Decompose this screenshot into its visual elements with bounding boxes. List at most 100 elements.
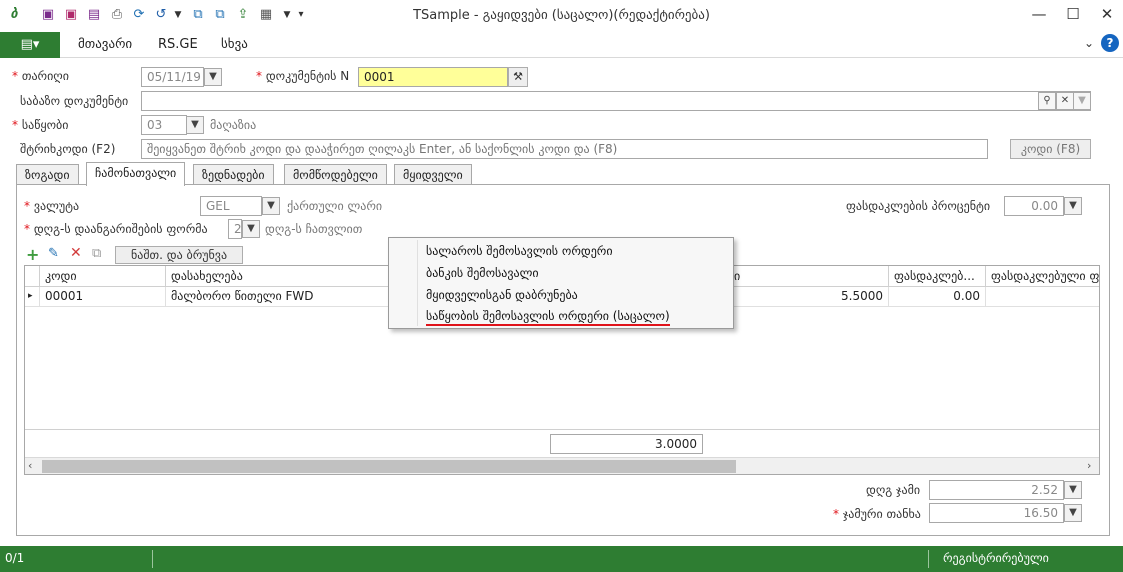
currency-field[interactable]: GEL bbox=[200, 196, 262, 216]
warehouse-name: მაღაზია bbox=[210, 118, 257, 132]
cell-discount[interactable]: 0.00 bbox=[889, 287, 986, 307]
chevron-down-icon[interactable]: ▼ bbox=[1064, 504, 1082, 522]
chevron-down-icon[interactable]: ▼ bbox=[170, 7, 186, 23]
total-quantity-field: 3.0000 bbox=[550, 434, 703, 454]
refresh-icon[interactable]: ⟳ bbox=[131, 7, 147, 23]
row-indicator-icon[interactable]: ▸ bbox=[25, 287, 40, 307]
chevron-down-icon[interactable]: ▼ bbox=[204, 68, 222, 86]
vat-form-label: დღგ-ს დაანგარიშების ფორმა bbox=[33, 222, 208, 236]
total-amount-field: 16.50 bbox=[929, 503, 1064, 523]
warehouse-field[interactable]: 03 bbox=[141, 115, 187, 135]
paste-icon[interactable]: ⧉ bbox=[212, 7, 228, 23]
chevron-down-icon[interactable]: ▼ bbox=[1073, 92, 1091, 110]
menu-item-cash-receipt-order[interactable]: სალაროს შემოსავლის ორდერი bbox=[426, 241, 613, 262]
scroll-left-icon[interactable]: ‹ bbox=[28, 459, 32, 472]
footer-divider bbox=[25, 429, 1099, 430]
required-marker: * bbox=[24, 199, 34, 213]
status-divider bbox=[152, 550, 153, 568]
chevron-down-icon[interactable]: ▼ bbox=[1064, 197, 1082, 215]
discount-pct-label: ფასდაკლების პროცენტი bbox=[846, 199, 991, 213]
chevron-down-icon[interactable]: ▼ bbox=[242, 220, 260, 238]
undo-icon[interactable]: ↺ bbox=[153, 7, 169, 23]
chevron-down-icon[interactable]: ▼ bbox=[1064, 481, 1082, 499]
help-icon[interactable]: ? bbox=[1101, 34, 1119, 52]
ribbon: ▤▾ მთავარი RS.GE სხვა ⌄ ? bbox=[0, 32, 1123, 58]
cell-price[interactable]: 5.5000 bbox=[729, 287, 889, 307]
menu-item-buyer-return[interactable]: მყიდველისგან დაბრუნება bbox=[426, 285, 578, 306]
file-menu-button[interactable]: ▤▾ bbox=[0, 32, 60, 58]
export-icon[interactable]: ⇪ bbox=[235, 7, 251, 23]
horizontal-scrollbar[interactable]: ‹ › bbox=[25, 457, 1099, 474]
menu-item-warehouse-receipt-retail[interactable]: საწყობის შემოსავლის ორდერი (საცალო) bbox=[426, 307, 670, 326]
docnum-field[interactable]: 0001 bbox=[358, 67, 508, 87]
collapse-ribbon-icon[interactable]: ⌄ bbox=[1084, 36, 1094, 50]
required-marker: * bbox=[12, 118, 22, 132]
save-close-icon[interactable]: ▣ bbox=[63, 7, 79, 23]
currency-name: ქართული ლარი bbox=[287, 199, 383, 213]
required-marker: * bbox=[24, 222, 34, 236]
search-icon[interactable]: ⚲ bbox=[1038, 92, 1056, 110]
date-label: თარიღი bbox=[21, 69, 69, 83]
tab-list[interactable]: ჩამონათვალი bbox=[86, 162, 186, 186]
remainder-turnover-button[interactable]: ნაშთ. და ბრუნვა bbox=[115, 246, 243, 264]
column-header-code[interactable]: კოდი bbox=[40, 266, 166, 287]
column-header-price[interactable]: ი bbox=[729, 266, 889, 287]
copy-icon[interactable]: ⧉ bbox=[190, 7, 206, 23]
column-header-discounted[interactable]: ფასდაკლებული ფ bbox=[986, 266, 1099, 287]
base-doc-field[interactable] bbox=[141, 91, 1091, 111]
code-f8-button[interactable]: კოდი (F8) bbox=[1010, 139, 1091, 159]
customize-icon[interactable]: ▾ bbox=[293, 7, 309, 23]
edit-row-icon[interactable]: ✎ bbox=[48, 246, 59, 261]
delete-row-icon[interactable]: ✕ bbox=[70, 245, 82, 261]
document-status: რეგისტრირებული bbox=[943, 551, 1049, 565]
tab-general[interactable]: ზოგადი bbox=[16, 164, 79, 185]
required-marker: * bbox=[256, 69, 266, 83]
save-as-icon[interactable]: ▤ bbox=[86, 7, 102, 23]
clear-icon[interactable]: ✕ bbox=[1056, 92, 1074, 110]
menu-item-bank-receipt[interactable]: ბანკის შემოსავალი bbox=[426, 263, 539, 284]
chevron-down-icon[interactable]: ▼ bbox=[262, 197, 280, 215]
close-icon[interactable]: ✕ bbox=[1090, 0, 1123, 30]
docnum-label: დოკუმენტის N bbox=[265, 69, 350, 83]
vat-sum-label: დღგ ჯამი bbox=[866, 483, 921, 497]
title-bar: ბ ▣ ▣ ▤ ⎙ ⟳ ↺ ▼ ⧉ ⧉ ⇪ ▦ ▼ ▾ TSample - გა… bbox=[0, 0, 1123, 32]
tab-buyer[interactable]: მყიდველი bbox=[394, 164, 472, 185]
vat-form-field[interactable]: 2 bbox=[228, 219, 242, 239]
barcode-input[interactable] bbox=[141, 139, 988, 159]
context-menu-gutter bbox=[417, 240, 418, 326]
currency-label: ვალუტა bbox=[33, 199, 80, 213]
vat-sum-field: 2.52 bbox=[929, 480, 1064, 500]
warehouse-label: საწყობი bbox=[21, 118, 69, 132]
print-preview-icon[interactable]: ⎙ bbox=[109, 7, 125, 23]
layout-icon[interactable]: ▦ bbox=[258, 7, 274, 23]
copy-row-icon[interactable]: ⧉ bbox=[92, 246, 101, 261]
add-row-icon[interactable]: + bbox=[26, 245, 39, 264]
record-counter: 0/1 bbox=[5, 551, 25, 565]
discount-pct-field[interactable]: 0.00 bbox=[1004, 196, 1064, 216]
barcode-label: შტრიხკოდი (F2) bbox=[20, 142, 116, 156]
status-bar: 0/1 რეგისტრირებული bbox=[0, 546, 1123, 572]
chevron-down-icon[interactable]: ▼ bbox=[186, 116, 204, 134]
context-menu: სალაროს შემოსავლის ორდერი ბანკის შემოსავ… bbox=[388, 237, 734, 329]
save-icon[interactable]: ▣ bbox=[40, 7, 56, 23]
tab-main[interactable]: მთავარი bbox=[78, 37, 132, 52]
required-marker: * bbox=[12, 69, 22, 83]
scroll-right-icon[interactable]: › bbox=[1087, 459, 1091, 472]
tab-rsge[interactable]: RS.GE bbox=[158, 37, 198, 52]
tab-waybill[interactable]: ზედნადები bbox=[193, 164, 274, 185]
minimize-icon[interactable]: — bbox=[1022, 0, 1056, 30]
scrollbar-thumb[interactable] bbox=[42, 460, 736, 473]
tab-supplier[interactable]: მომწოდებელი bbox=[284, 164, 387, 185]
status-divider bbox=[928, 550, 929, 568]
cell-discounted[interactable] bbox=[986, 287, 1099, 307]
date-field[interactable]: 05/11/19 bbox=[141, 67, 204, 87]
app-logo-icon[interactable]: ბ bbox=[6, 7, 22, 23]
cell-code[interactable]: 00001 bbox=[40, 287, 166, 307]
vat-form-name: დღგ-ს ჩათვლით bbox=[265, 222, 363, 236]
required-marker: * bbox=[833, 507, 843, 521]
tab-other[interactable]: სხვა bbox=[221, 37, 248, 52]
base-doc-label: საბაზო დოკუმენტი bbox=[20, 94, 129, 108]
maximize-icon[interactable]: ☐ bbox=[1056, 0, 1090, 30]
column-header-discount[interactable]: ფასდაკლებ... bbox=[889, 266, 986, 287]
magic-wand-icon[interactable]: ⚒ bbox=[508, 67, 528, 87]
